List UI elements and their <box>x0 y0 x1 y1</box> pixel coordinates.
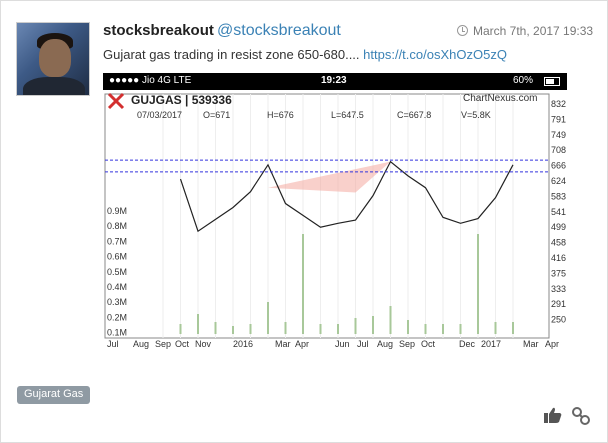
price-tick-label: 791 <box>551 114 566 124</box>
x-tick-label: Dec <box>459 339 476 349</box>
x-tick-label: Apr <box>295 339 309 349</box>
volume-tick-label: 0.7M <box>107 236 127 246</box>
author-handle[interactable]: @stocksbreakout <box>217 22 341 40</box>
volume-bar <box>354 318 357 334</box>
ohlc-low: L=647.5 <box>331 110 364 120</box>
x-tick-label: Oct <box>175 339 190 349</box>
price-tick-label: 541 <box>551 207 566 217</box>
volume-bar <box>302 234 304 334</box>
ohlc-open: O=671 <box>203 110 230 120</box>
link-icon[interactable] <box>571 406 591 426</box>
price-tick-label: 291 <box>551 299 566 309</box>
volume-bar <box>389 306 392 334</box>
volume-bar <box>319 324 322 334</box>
x-tick-label: Sep <box>155 339 171 349</box>
volume-tick-label: 0.2M <box>107 312 127 322</box>
phone-status-bar: ●●●●● Jio 4G LTE 19:23 60% <box>103 73 567 90</box>
carrier-label: ●●●●● Jio 4G LTE <box>109 75 192 86</box>
chart-screenshot[interactable]: ●●●●● Jio 4G LTE 19:23 60% GUJGAS | 5393… <box>103 73 567 353</box>
volume-tick-label: 0.6M <box>107 252 127 262</box>
price-tick-label: 250 <box>551 315 566 325</box>
price-tick-label: 832 <box>551 99 566 109</box>
volume-bar <box>477 234 479 334</box>
ohlc-close: C=667.8 <box>397 110 431 120</box>
post-card: stocksbreakout @stocksbreakout March 7th… <box>0 0 608 443</box>
tag-badge[interactable]: Gujarat Gas <box>17 386 91 404</box>
volume-tick-label: 0.4M <box>107 282 127 292</box>
avatar[interactable] <box>16 22 90 96</box>
phone-clock: 19:23 <box>321 75 347 86</box>
volume-bar <box>179 324 182 334</box>
x-tick-label: Apr <box>545 339 559 349</box>
ohlc-volume: V=5.8K <box>461 110 491 120</box>
x-tick-label: Oct <box>421 339 436 349</box>
x-axis: Jul Aug Sep Oct Nov 2016 Mar Apr Jun Jul Aug Sep Oct… <box>107 339 559 349</box>
x-tick-label: Jun <box>335 339 350 349</box>
x-tick-label: Sep <box>399 339 415 349</box>
chart-frame <box>104 93 550 339</box>
volume-bar <box>197 314 199 334</box>
volume-bar <box>494 322 497 334</box>
volume-tick-label: 0.1M <box>107 328 127 338</box>
volume-axis: 0.9M 0.8M 0.7M 0.6M 0.5M 0.4M 0.3M 0.2M 0.1M <box>107 206 127 338</box>
avatar-shoulders <box>23 77 85 95</box>
tweet-link[interactable]: https://t.co/osXhOzO5zQ <box>363 47 507 62</box>
volume-bar <box>424 324 427 334</box>
volume-bar <box>442 324 444 334</box>
price-tick-label: 583 <box>551 191 566 201</box>
x-tick-label: Nov <box>195 339 212 349</box>
x-tick-label: Jul <box>357 339 369 349</box>
volume-bar <box>232 326 234 334</box>
timestamp[interactable]: March 7th, 2017 19:33 <box>473 24 593 38</box>
volume-bar <box>284 322 287 334</box>
volume-tick-label: 0.3M <box>107 297 127 307</box>
ohlc-high: H=676 <box>267 110 294 120</box>
volume-tick-label: 0.8M <box>107 221 127 231</box>
price-tick-label: 624 <box>551 176 566 186</box>
volume-bar <box>337 324 339 334</box>
thumbs-up-icon[interactable] <box>543 406 563 424</box>
price-tick-label: 333 <box>551 284 566 294</box>
chart-source: ChartNexus.com <box>463 93 537 104</box>
ohlc-date: 07/03/2017 <box>137 110 182 120</box>
volume-tick-label: 0.5M <box>107 267 127 277</box>
price-tick-label: 499 <box>551 222 566 232</box>
avatar-face <box>39 39 71 77</box>
volume-tick-label: 0.9M <box>107 206 127 216</box>
stock-chart: GUJGAS | 539336 ChartNexus.com 07/03/201… <box>104 92 566 349</box>
ticker-label: GUJGAS | 539336 <box>131 93 232 107</box>
volume-bar <box>512 322 514 334</box>
x-tick-label: Mar <box>275 339 291 349</box>
volume-bar <box>372 316 374 334</box>
chart-grid <box>104 93 550 339</box>
x-tick-label: Aug <box>133 339 149 349</box>
battery-icon <box>544 77 560 86</box>
clock-icon <box>457 25 468 36</box>
tweet-text: Gujarat gas trading in resist zone 650-6… <box>103 47 507 62</box>
x-tick-label: Jul <box>107 339 119 349</box>
price-tick-label: 416 <box>551 253 566 263</box>
x-tick-label: 2017 <box>481 339 501 349</box>
volume-bar <box>459 324 462 334</box>
price-tick-label: 749 <box>551 130 566 140</box>
author-name[interactable]: stocksbreakout <box>103 22 214 39</box>
tweet-body: Gujarat gas trading in resist zone 650-6… <box>103 47 364 62</box>
price-tick-label: 458 <box>551 238 566 248</box>
x-tick-label: 2016 <box>233 339 253 349</box>
price-tick-label: 375 <box>551 268 566 278</box>
x-tick-label: Aug <box>377 339 393 349</box>
volume-bar <box>267 302 269 334</box>
x-tick-label: Mar <box>523 339 539 349</box>
volume-bar <box>407 320 409 334</box>
price-axis: 832 791 749 708 666 624 583 541 499 458 416 375 333 2… <box>551 99 566 325</box>
price-tick-label: 666 <box>551 161 566 171</box>
volume-bar <box>249 324 252 334</box>
price-tick-label: 708 <box>551 145 566 155</box>
volume-bar <box>214 322 217 334</box>
